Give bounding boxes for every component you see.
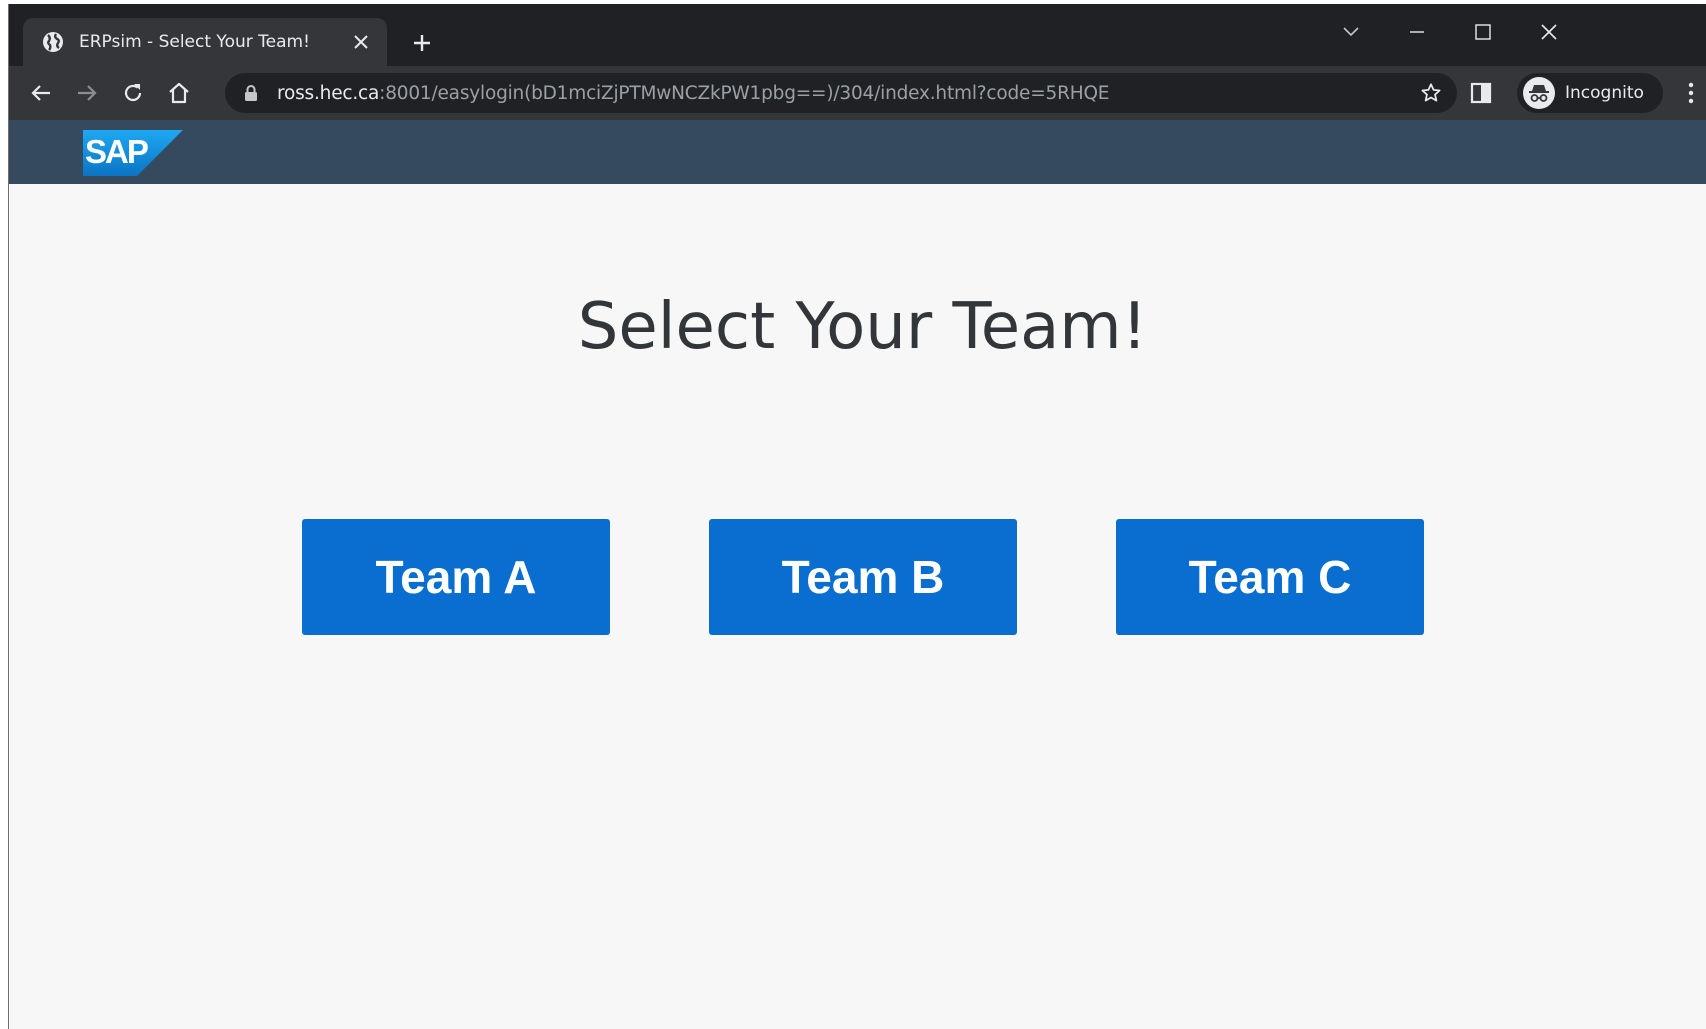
team-b-button[interactable]: Team B bbox=[709, 519, 1017, 635]
browser-toolbar: ross.hec.ca:8001/easylogin(bD1mciZjPTMwN… bbox=[9, 66, 1706, 120]
back-button[interactable] bbox=[25, 77, 57, 109]
arrow-right-icon bbox=[78, 85, 97, 101]
address-bar[interactable]: ross.hec.ca:8001/easylogin(bD1mciZjPTMwN… bbox=[225, 73, 1457, 113]
tab-title: ERPsim - Select Your Team! bbox=[79, 32, 310, 52]
reload-icon bbox=[124, 84, 142, 102]
forward-button[interactable] bbox=[71, 77, 103, 109]
reload-button[interactable] bbox=[117, 77, 149, 109]
incognito-icon bbox=[1523, 77, 1555, 109]
new-tab-button[interactable] bbox=[407, 28, 437, 58]
window-close-button[interactable] bbox=[1529, 12, 1569, 52]
browser-window: ERPsim - Select Your Team! ross.hec.ca:8… bbox=[8, 4, 1706, 1029]
url-host: ross.hec.ca bbox=[277, 82, 380, 104]
team-c-button[interactable]: Team C bbox=[1116, 519, 1424, 635]
side-panel-icon bbox=[1470, 82, 1492, 104]
page-content: SAP Select Your Team! Team A Team B Team… bbox=[9, 120, 1706, 1029]
sap-logo-text: SAP bbox=[85, 133, 148, 170]
maximize-button[interactable] bbox=[1463, 12, 1503, 52]
globe-icon bbox=[41, 30, 65, 54]
sap-shell-header: SAP bbox=[9, 120, 1706, 184]
lock-icon bbox=[243, 84, 259, 102]
home-icon bbox=[169, 82, 189, 104]
plus-icon bbox=[414, 35, 430, 51]
more-vert-icon bbox=[1688, 82, 1694, 104]
close-icon[interactable] bbox=[349, 30, 373, 54]
bookmark-star-icon[interactable] bbox=[1419, 81, 1443, 105]
browser-menu-button[interactable] bbox=[1675, 77, 1706, 109]
url-path: :8001/easylogin(bD1mciZjPTMwNCZkPW1pbg==… bbox=[379, 82, 1110, 104]
tab-search-button[interactable] bbox=[1331, 12, 1371, 52]
side-panel-button[interactable] bbox=[1465, 77, 1497, 109]
url-text: ross.hec.ca:8001/easylogin(bD1mciZjPTMwN… bbox=[277, 83, 1109, 104]
minimize-button[interactable] bbox=[1397, 12, 1437, 52]
tab-strip: ERPsim - Select Your Team! bbox=[9, 4, 1706, 66]
sap-logo[interactable]: SAP bbox=[83, 130, 183, 176]
chevron-down-icon bbox=[1343, 27, 1359, 37]
incognito-profile-button[interactable]: Incognito bbox=[1517, 73, 1663, 113]
browser-tab[interactable]: ERPsim - Select Your Team! bbox=[23, 18, 387, 66]
team-a-button[interactable]: Team A bbox=[302, 519, 610, 635]
page-title: Select Your Team! bbox=[577, 290, 1148, 364]
incognito-label: Incognito bbox=[1565, 83, 1644, 103]
home-button[interactable] bbox=[163, 77, 195, 109]
maximize-icon bbox=[1475, 24, 1491, 40]
close-icon bbox=[1541, 24, 1557, 40]
minimize-icon bbox=[1410, 31, 1424, 33]
arrow-left-icon bbox=[31, 85, 50, 101]
